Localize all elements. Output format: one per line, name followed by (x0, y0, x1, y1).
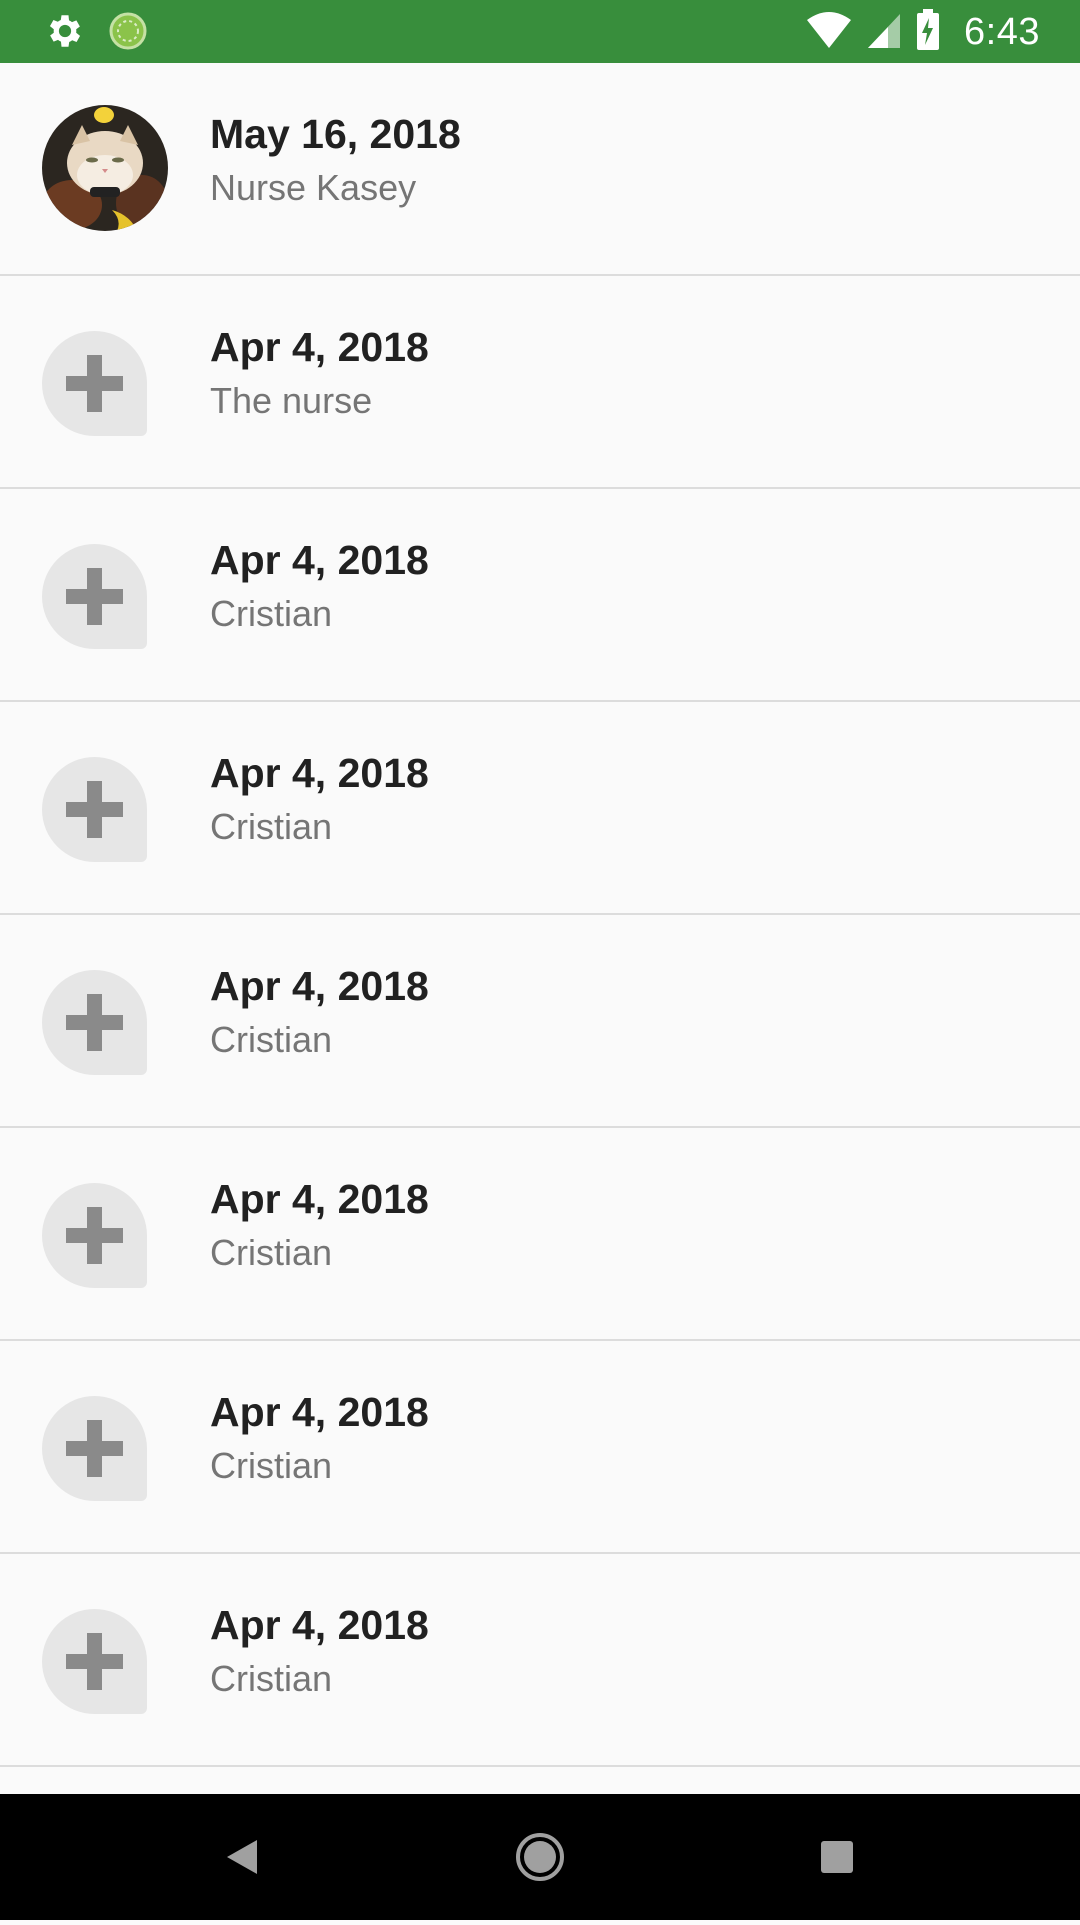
entry-author: Cristian (210, 593, 333, 634)
add-photo-icon (42, 757, 147, 862)
list-item[interactable]: Apr 4, 2018 The nurse (0, 276, 1080, 489)
avatar (42, 105, 168, 231)
list-item-text: Apr 4, 2018 Cristian (210, 748, 429, 852)
entry-date: May 16, 2018 (210, 111, 461, 157)
status-left-icons (44, 10, 148, 57)
add-photo-icon (42, 1396, 147, 1501)
add-photo-icon (42, 544, 147, 649)
sync-icon (108, 11, 148, 56)
entry-date: Apr 4, 2018 (210, 324, 429, 370)
list-item[interactable]: May 16, 2018 Nurse Kasey (0, 63, 1080, 276)
entry-author: Cristian (210, 1658, 333, 1699)
list-item-text: Apr 4, 2018 Cristian (210, 535, 429, 639)
list-item-text: Apr 4, 2018 Cristian (210, 1387, 429, 1491)
status-bar: 6:43 (0, 0, 1080, 63)
entry-date: Apr 4, 2018 (210, 537, 429, 583)
gear-icon (44, 10, 86, 57)
list-item[interactable]: Apr 4, 2018 Cristian (0, 1554, 1080, 1767)
list-item-text: Apr 4, 2018 Cristian (210, 961, 429, 1065)
add-photo-icon (42, 1609, 147, 1714)
entry-date: Apr 4, 2018 (210, 963, 429, 1009)
add-photo-icon (42, 970, 147, 1075)
entry-date: Apr 4, 2018 (210, 1602, 429, 1648)
list-item-text: Apr 4, 2018 The nurse (210, 322, 429, 426)
list-item[interactable]: Apr 4, 2018 Cristian (0, 1341, 1080, 1554)
entry-author: Cristian (210, 1445, 333, 1486)
entry-author: Cristian (210, 1232, 333, 1273)
battery-charging-icon (916, 8, 940, 56)
home-icon[interactable] (480, 1794, 600, 1920)
wifi-icon (806, 10, 852, 55)
status-right-icons: 6:43 (806, 8, 1040, 56)
list-item[interactable]: Apr 4, 2018 Cristian (0, 702, 1080, 915)
entry-date: Apr 4, 2018 (210, 1389, 429, 1435)
entry-author: Cristian (210, 806, 333, 847)
entry-date: Apr 4, 2018 (210, 1176, 429, 1222)
entry-author: Nurse Kasey (210, 167, 417, 208)
entries-list[interactable]: May 16, 2018 Nurse Kasey Apr 4, 2018 The… (0, 63, 1080, 1794)
recents-icon[interactable] (777, 1794, 897, 1920)
list-item[interactable]: Apr 4, 2018 Cristian (0, 915, 1080, 1128)
list-item-text: Apr 4, 2018 Cristian (210, 1600, 429, 1704)
list-item-text: May 16, 2018 Nurse Kasey (210, 109, 461, 213)
signal-icon (866, 10, 902, 55)
list-item[interactable]: Apr 4, 2018 Cristian (0, 489, 1080, 702)
back-icon[interactable] (181, 1794, 301, 1920)
entry-author: Cristian (210, 1019, 333, 1060)
entry-date: Apr 4, 2018 (210, 750, 429, 796)
entry-author: The nurse (210, 380, 373, 421)
list-item-text: Apr 4, 2018 Cristian (210, 1174, 429, 1278)
navigation-bar (0, 1794, 1080, 1920)
clock: 6:43 (964, 10, 1040, 53)
add-photo-icon (42, 331, 147, 436)
add-photo-icon (42, 1183, 147, 1288)
list-item[interactable]: Apr 4, 2018 Cristian (0, 1128, 1080, 1341)
